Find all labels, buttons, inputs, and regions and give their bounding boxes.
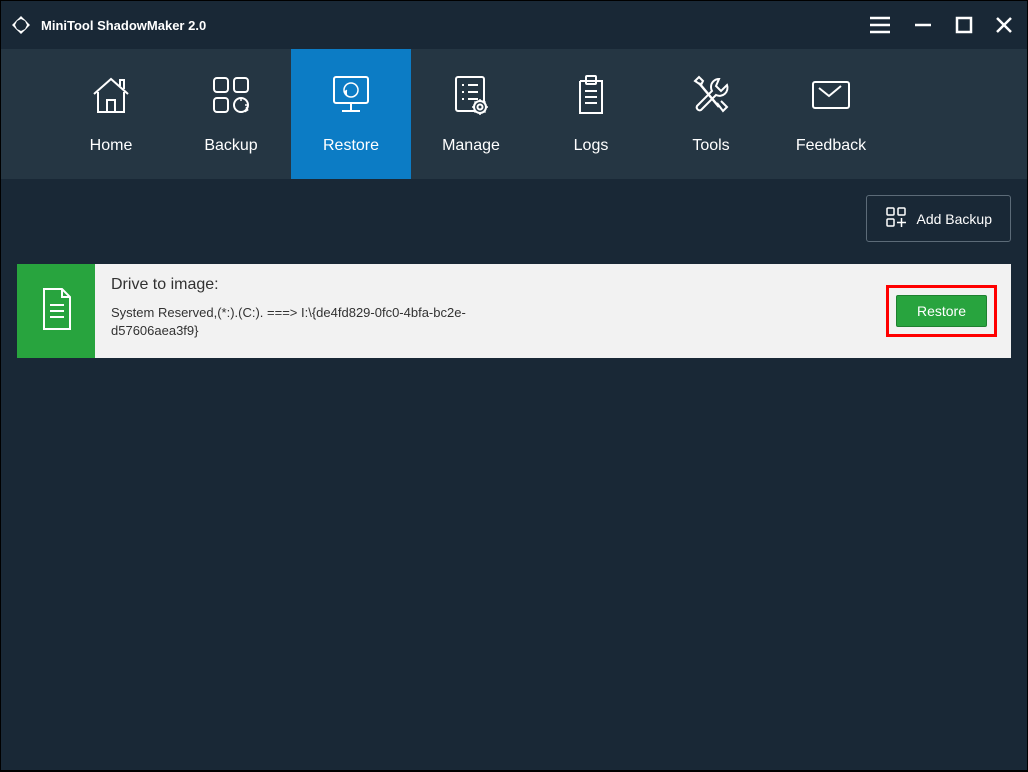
app-logo-icon	[9, 13, 33, 37]
title-left: MiniTool ShadowMaker 2.0	[9, 13, 206, 37]
nav-item-feedback[interactable]: Feedback	[771, 49, 891, 179]
nav-item-home[interactable]: Home	[51, 49, 171, 179]
document-icon	[36, 285, 76, 338]
backup-item-title: Drive to image:	[111, 276, 870, 294]
minimize-icon[interactable]	[913, 15, 933, 35]
nav-item-restore[interactable]: Restore	[291, 49, 411, 179]
close-icon[interactable]	[995, 16, 1013, 34]
add-backup-grid-icon	[885, 206, 907, 231]
nav-label: Manage	[442, 137, 500, 155]
title-bar: MiniTool ShadowMaker 2.0	[1, 1, 1027, 49]
nav-item-tools[interactable]: Tools	[651, 49, 771, 179]
content-area: Add Backup Drive to image: System R	[1, 179, 1027, 770]
maximize-icon[interactable]	[955, 16, 973, 34]
logs-icon	[572, 73, 610, 117]
feedback-icon	[809, 73, 853, 117]
home-icon	[88, 73, 134, 117]
app-title: MiniTool ShadowMaker 2.0	[41, 18, 206, 33]
nav-label: Feedback	[796, 137, 866, 155]
nav-label: Home	[90, 137, 133, 155]
window-controls	[869, 15, 1013, 35]
nav-label: Backup	[204, 137, 257, 155]
backup-item-details: System Reserved,(*:).(C:). ===> I:\{de4f…	[111, 304, 491, 340]
menu-icon[interactable]	[869, 16, 891, 34]
backup-item-actions: Restore	[886, 264, 1011, 358]
nav-item-backup[interactable]: Backup	[171, 49, 291, 179]
tools-icon	[689, 73, 733, 117]
restore-icon	[328, 73, 374, 117]
toolbar: Add Backup	[17, 195, 1011, 242]
restore-highlight: Restore	[886, 285, 997, 337]
add-backup-button[interactable]: Add Backup	[866, 195, 1012, 242]
add-backup-label: Add Backup	[917, 211, 993, 227]
backup-item-icon-section	[17, 264, 95, 358]
app-window: MiniTool ShadowMaker 2.0	[1, 1, 1027, 770]
nav-bar: Home Backup	[1, 49, 1027, 179]
nav-item-manage[interactable]: Manage	[411, 49, 531, 179]
nav-label: Tools	[692, 137, 729, 155]
manage-icon	[450, 73, 492, 117]
backup-item: Drive to image: System Reserved,(*:).(C:…	[17, 264, 1011, 358]
nav-label: Logs	[574, 137, 609, 155]
nav-item-logs[interactable]: Logs	[531, 49, 651, 179]
restore-button[interactable]: Restore	[896, 295, 987, 327]
nav-label: Restore	[323, 137, 379, 155]
backup-item-info: Drive to image: System Reserved,(*:).(C:…	[95, 264, 886, 358]
backup-icon	[208, 73, 254, 117]
